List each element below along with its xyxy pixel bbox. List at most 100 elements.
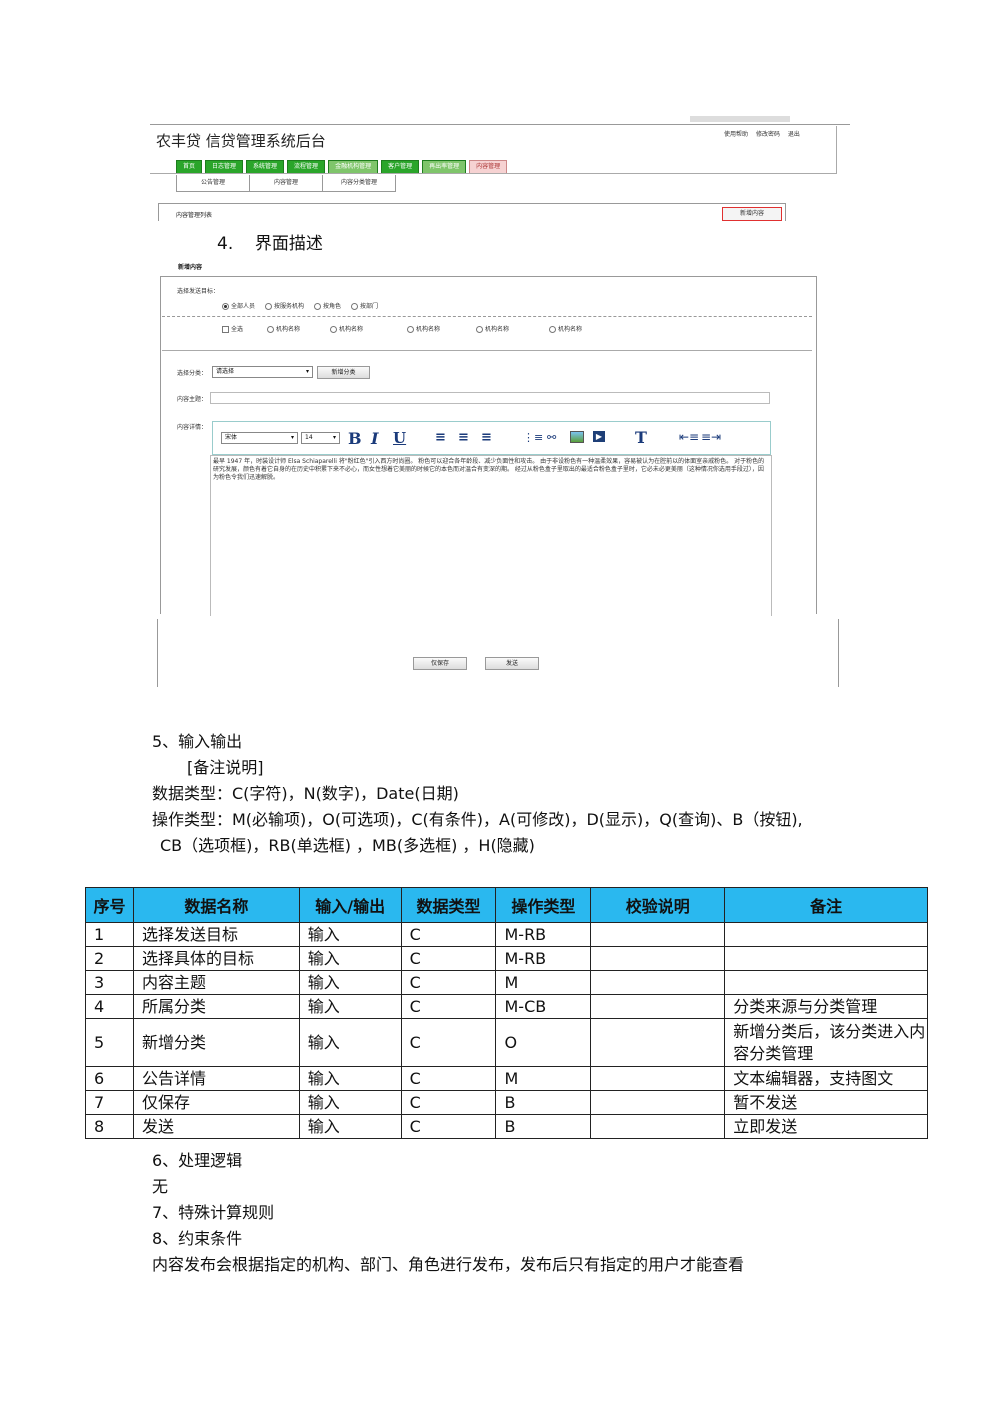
select-all-checkbox[interactable]: 全选 xyxy=(222,324,267,333)
table-cell: 所属分类 xyxy=(132,994,300,1019)
header-border xyxy=(150,124,850,125)
table-cell: M-CB xyxy=(495,994,592,1019)
list-header-bar xyxy=(158,203,785,222)
app-title: 农丰贷 信贷管理系统后台 xyxy=(156,132,326,150)
nav-tab-institutions[interactable]: 金融机构管理 xyxy=(328,160,379,174)
add-content-button[interactable]: 新增内容 xyxy=(722,207,782,221)
font-family-select[interactable]: 宋体 ▾ xyxy=(221,432,298,444)
text-color-icon[interactable]: T xyxy=(635,428,647,447)
align-right-icon[interactable]: ≡ xyxy=(481,430,492,445)
table-cell: 内容主题 xyxy=(132,970,300,995)
table-cell: 新增分类 xyxy=(132,1018,300,1067)
save-only-button[interactable]: 仅保存 xyxy=(413,657,467,670)
nav-tab-content[interactable]: 内容管理 xyxy=(469,160,508,174)
image-icon[interactable] xyxy=(570,431,584,443)
table-cell: 2 xyxy=(85,946,134,971)
table-cell xyxy=(590,946,726,971)
checkbox-label: 全选 xyxy=(231,326,244,333)
table-row: 1 选择发送目标 输入 C M-RB xyxy=(85,922,928,947)
radio-icon xyxy=(476,326,483,333)
target-radio-department[interactable]: 按部门 xyxy=(351,301,378,310)
target-radio-group: 全部人员 按服务机构 按角色 按部门 xyxy=(222,301,378,310)
col-header-remarks: 备注 xyxy=(724,887,928,923)
target-radio-role[interactable]: 按角色 xyxy=(314,301,341,310)
underline-icon[interactable]: U xyxy=(393,429,406,447)
institution-radio[interactable]: 机构名称 xyxy=(549,324,582,333)
bottom-frame-right xyxy=(838,619,839,687)
subject-input[interactable] xyxy=(210,392,770,404)
logout-link[interactable]: 退出 xyxy=(788,131,800,138)
radio-label: 全部人员 xyxy=(231,303,256,310)
category-select-value: 请选择 xyxy=(216,368,235,375)
align-left-icon[interactable]: ≡ xyxy=(435,430,446,445)
section-8-body: 内容发布会根据指定的机构、部门、角色进行发布，发布后只有指定的用户才能查看 xyxy=(152,1255,745,1274)
table-cell: C xyxy=(400,1018,497,1067)
bold-icon[interactable]: B xyxy=(348,429,362,448)
help-link[interactable]: 使用帮助 xyxy=(724,131,748,138)
institution-radio[interactable]: 机构名称 xyxy=(330,324,407,333)
nav-tab-customers[interactable]: 客户管理 xyxy=(381,160,420,174)
table-cell: 输入 xyxy=(298,994,402,1019)
radio-label: 机构名称 xyxy=(416,326,441,333)
table-cell: B xyxy=(495,1090,592,1115)
header-bar-fragment xyxy=(690,116,790,122)
note-title: [备注说明] xyxy=(187,758,264,777)
subject-label: 内容主题： xyxy=(177,396,208,403)
nav-tab-process[interactable]: 流程管理 xyxy=(287,160,326,174)
font-size-select[interactable]: 14 ▾ xyxy=(301,432,340,444)
radio-icon xyxy=(330,326,337,333)
nav-tab-home[interactable]: 首页 xyxy=(176,160,203,174)
category-select[interactable]: 请选择 ▾ xyxy=(212,366,313,378)
table-cell: M xyxy=(495,970,592,995)
checkbox-icon xyxy=(222,326,229,333)
indent-icon[interactable]: ⇤≡ xyxy=(679,430,699,444)
op-types-line-1: 操作类型：M(必输项)，O(可选项)，C(有条件)，A(可修改)，D(显示)，Q… xyxy=(152,810,803,829)
table-cell: 发送 xyxy=(132,1114,300,1139)
subnav-announcements[interactable]: 公告管理 xyxy=(177,175,250,191)
target-radio-institution[interactable]: 按服务机构 xyxy=(265,301,304,310)
section-6-body: 无 xyxy=(152,1177,169,1196)
nav-tab-logs[interactable]: 日志管理 xyxy=(205,160,244,174)
table-cell: 分类来源与分类管理 xyxy=(724,994,928,1019)
italic-icon[interactable]: I xyxy=(371,429,378,448)
table-cell xyxy=(590,1066,726,1091)
font-select-value: 宋体 xyxy=(225,434,238,441)
table-cell: 1 xyxy=(85,922,134,947)
editor-content: 最早 1947 年，时装设计师 Elsa Schiaparelli 将"粉红色"… xyxy=(213,458,765,481)
video-icon[interactable]: ▶ xyxy=(593,431,605,442)
table-cell: 输入 xyxy=(298,1066,402,1091)
nav-tab-rate[interactable]: 再出率管理 xyxy=(422,160,467,174)
outdent-icon[interactable]: ≡⇥ xyxy=(701,430,721,444)
change-password-link[interactable]: 修改密码 xyxy=(756,131,780,138)
table-cell: 选择发送目标 xyxy=(132,922,300,947)
table-cell: 4 xyxy=(85,994,134,1019)
target-radio-all[interactable]: 全部人员 xyxy=(222,301,255,310)
size-select-value: 14 xyxy=(305,434,313,441)
add-category-button[interactable]: 新增分类 xyxy=(317,366,370,379)
align-center-icon[interactable]: ≡ xyxy=(458,430,469,445)
table-cell xyxy=(590,994,726,1019)
radio-label: 机构名称 xyxy=(276,326,301,333)
link-icon[interactable]: ⚯ xyxy=(547,431,556,444)
table-cell xyxy=(724,970,928,995)
target-label: 选择发送目标： xyxy=(177,288,220,295)
ordered-list-icon[interactable]: ⋮≡ xyxy=(523,431,543,444)
table-cell xyxy=(590,970,726,995)
table-row: 4 所属分类 输入 C M-CB 分类来源与分类管理 xyxy=(85,994,928,1019)
nav-tab-system[interactable]: 系统管理 xyxy=(246,160,285,174)
nav-divider xyxy=(150,173,837,174)
institution-radio[interactable]: 机构名称 xyxy=(476,324,549,333)
table-cell: 新增分类后，该分类进入内容分类管理 xyxy=(724,1018,928,1067)
table-cell: C xyxy=(400,922,497,947)
radio-icon xyxy=(314,303,322,310)
table-cell xyxy=(590,1114,726,1139)
form-frame-left xyxy=(160,276,161,614)
send-button[interactable]: 发送 xyxy=(485,657,539,670)
radio-label: 机构名称 xyxy=(339,326,364,333)
form-title: 新增内容 xyxy=(178,264,203,271)
institution-radio[interactable]: 机构名称 xyxy=(267,324,330,333)
table-cell xyxy=(724,922,928,947)
institution-radio[interactable]: 机构名称 xyxy=(407,324,476,333)
subnav-content-categories[interactable]: 内容分类管理 xyxy=(323,175,395,191)
subnav-content[interactable]: 内容管理 xyxy=(250,175,323,191)
